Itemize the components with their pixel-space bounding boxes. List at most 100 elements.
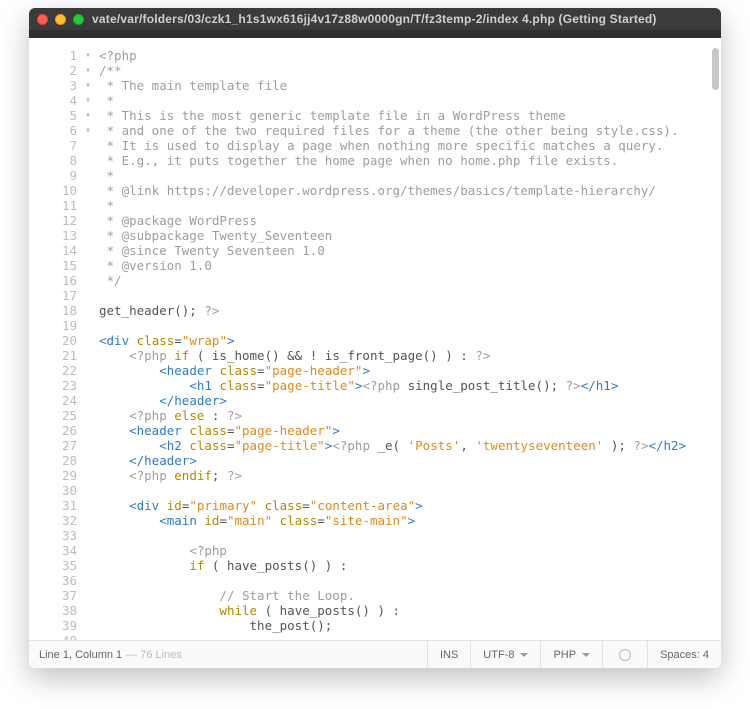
code-line[interactable]: * (99, 93, 721, 108)
code-line[interactable]: * @package WordPress (99, 213, 721, 228)
code-line[interactable]: <?php else : ?> (99, 408, 721, 423)
line-number: 35 (29, 558, 79, 573)
code-line[interactable]: while ( have_posts() ) : (99, 603, 721, 618)
line-number: 11 (29, 198, 79, 213)
code-line[interactable]: get_header(); ?> (99, 303, 721, 318)
line-number: 12 (29, 213, 79, 228)
code-line[interactable] (99, 318, 721, 333)
code-line[interactable]: <?php (99, 48, 721, 63)
status-indent[interactable]: Spaces: 4 (647, 641, 721, 668)
status-bar: Line 1, Column 1 — 76 Lines INS UTF-8 PH… (29, 640, 721, 668)
code-editor[interactable]: 1234567891011121314151617181920212223242… (29, 38, 721, 640)
fold-marker-icon[interactable]: ▾ (81, 123, 95, 138)
code-line[interactable]: <h2 class="page-title"><?php _e( 'Posts'… (99, 438, 721, 453)
code-line[interactable]: * @subpackage Twenty_Seventeen (99, 228, 721, 243)
zoom-icon[interactable] (73, 14, 84, 25)
code-line[interactable]: the_post(); (99, 618, 721, 633)
line-number: 17 (29, 288, 79, 303)
line-number: 18 (29, 303, 79, 318)
scrollbar-thumb[interactable] (712, 48, 719, 90)
line-number: 6 (29, 123, 79, 138)
title-bar[interactable]: vate/var/folders/03/czk1_h1s1wx616jj4v17… (29, 8, 721, 30)
line-number: 21 (29, 348, 79, 363)
code-line[interactable]: // Start the Loop. (99, 588, 721, 603)
status-encoding[interactable]: UTF-8 (470, 641, 540, 668)
line-number: 7 (29, 138, 79, 153)
fold-marker-icon[interactable]: ▾ (81, 48, 95, 63)
line-number: 19 (29, 318, 79, 333)
line-number: 22 (29, 363, 79, 378)
minimize-icon[interactable] (55, 14, 66, 25)
line-number: 14 (29, 243, 79, 258)
line-number: 20 (29, 333, 79, 348)
status-linting[interactable] (602, 641, 647, 668)
status-cursor[interactable]: Line 1, Column 1 — 76 Lines (29, 641, 427, 668)
traffic-lights (37, 14, 84, 25)
code-line[interactable]: <?php (99, 543, 721, 558)
code-line[interactable]: * (99, 198, 721, 213)
line-number: 23 (29, 378, 79, 393)
line-number: 38 (29, 603, 79, 618)
line-number: 4 (29, 93, 79, 108)
line-number: 16 (29, 273, 79, 288)
code-area[interactable]: <?php/** * The main template file * * Th… (95, 48, 721, 640)
line-number: 10 (29, 183, 79, 198)
code-line[interactable] (99, 573, 721, 588)
status-language[interactable]: PHP (540, 641, 602, 668)
line-number: 27 (29, 438, 79, 453)
circle-icon (619, 649, 631, 661)
line-number: 37 (29, 588, 79, 603)
code-line[interactable]: * E.g., it puts together the home page w… (99, 153, 721, 168)
code-line[interactable]: * and one of the two required files for … (99, 123, 721, 138)
line-number: 5 (29, 108, 79, 123)
code-line[interactable]: <div class="wrap"> (99, 333, 721, 348)
code-line[interactable]: </header> (99, 393, 721, 408)
editor-window: vate/var/folders/03/czk1_h1s1wx616jj4v17… (29, 8, 721, 668)
line-number: 24 (29, 393, 79, 408)
line-number: 30 (29, 483, 79, 498)
code-line[interactable] (99, 633, 721, 640)
code-line[interactable]: * It is used to display a page when noth… (99, 138, 721, 153)
window-title: vate/var/folders/03/czk1_h1s1wx616jj4v17… (92, 12, 713, 26)
tab-strip (29, 30, 721, 38)
line-number: 13 (29, 228, 79, 243)
fold-marker-icon[interactable]: ▾ (81, 78, 95, 93)
line-number: 40 (29, 633, 79, 640)
line-number: 9 (29, 168, 79, 183)
line-number: 29 (29, 468, 79, 483)
code-line[interactable]: */ (99, 273, 721, 288)
line-number: 28 (29, 453, 79, 468)
code-line[interactable]: <main id="main" class="site-main"> (99, 513, 721, 528)
close-icon[interactable] (37, 14, 48, 25)
code-line[interactable] (99, 288, 721, 303)
code-line[interactable]: <h1 class="page-title"><?php single_post… (99, 378, 721, 393)
code-line[interactable] (99, 483, 721, 498)
code-line[interactable] (99, 528, 721, 543)
line-number: 34 (29, 543, 79, 558)
code-line[interactable]: * @link https://developer.wordpress.org/… (99, 183, 721, 198)
code-line[interactable]: * (99, 168, 721, 183)
code-line[interactable]: * The main template file (99, 78, 721, 93)
fold-marker-icon[interactable]: ▾ (81, 108, 95, 123)
code-line[interactable]: <?php if ( is_home() && ! is_front_page(… (99, 348, 721, 363)
fold-gutter[interactable]: ▾▾▾▾▾▾ (81, 48, 95, 640)
code-line[interactable]: <div id="primary" class="content-area"> (99, 498, 721, 513)
code-line[interactable]: /** (99, 63, 721, 78)
line-number: 25 (29, 408, 79, 423)
code-line[interactable]: <header class="page-header"> (99, 423, 721, 438)
code-line[interactable]: * @since Twenty Seventeen 1.0 (99, 243, 721, 258)
code-line[interactable]: * This is the most generic template file… (99, 108, 721, 123)
status-insert-mode[interactable]: INS (427, 641, 470, 668)
fold-marker-icon[interactable]: ▾ (81, 93, 95, 108)
fold-marker-icon[interactable]: ▾ (81, 63, 95, 78)
line-number: 33 (29, 528, 79, 543)
code-line[interactable]: if ( have_posts() ) : (99, 558, 721, 573)
line-number: 1 (29, 48, 79, 63)
code-line[interactable]: * @version 1.0 (99, 258, 721, 273)
code-line[interactable]: <?php endif; ?> (99, 468, 721, 483)
code-line[interactable]: <header class="page-header"> (99, 363, 721, 378)
code-line[interactable]: </header> (99, 453, 721, 468)
line-number: 15 (29, 258, 79, 273)
line-number: 31 (29, 498, 79, 513)
line-number: 26 (29, 423, 79, 438)
